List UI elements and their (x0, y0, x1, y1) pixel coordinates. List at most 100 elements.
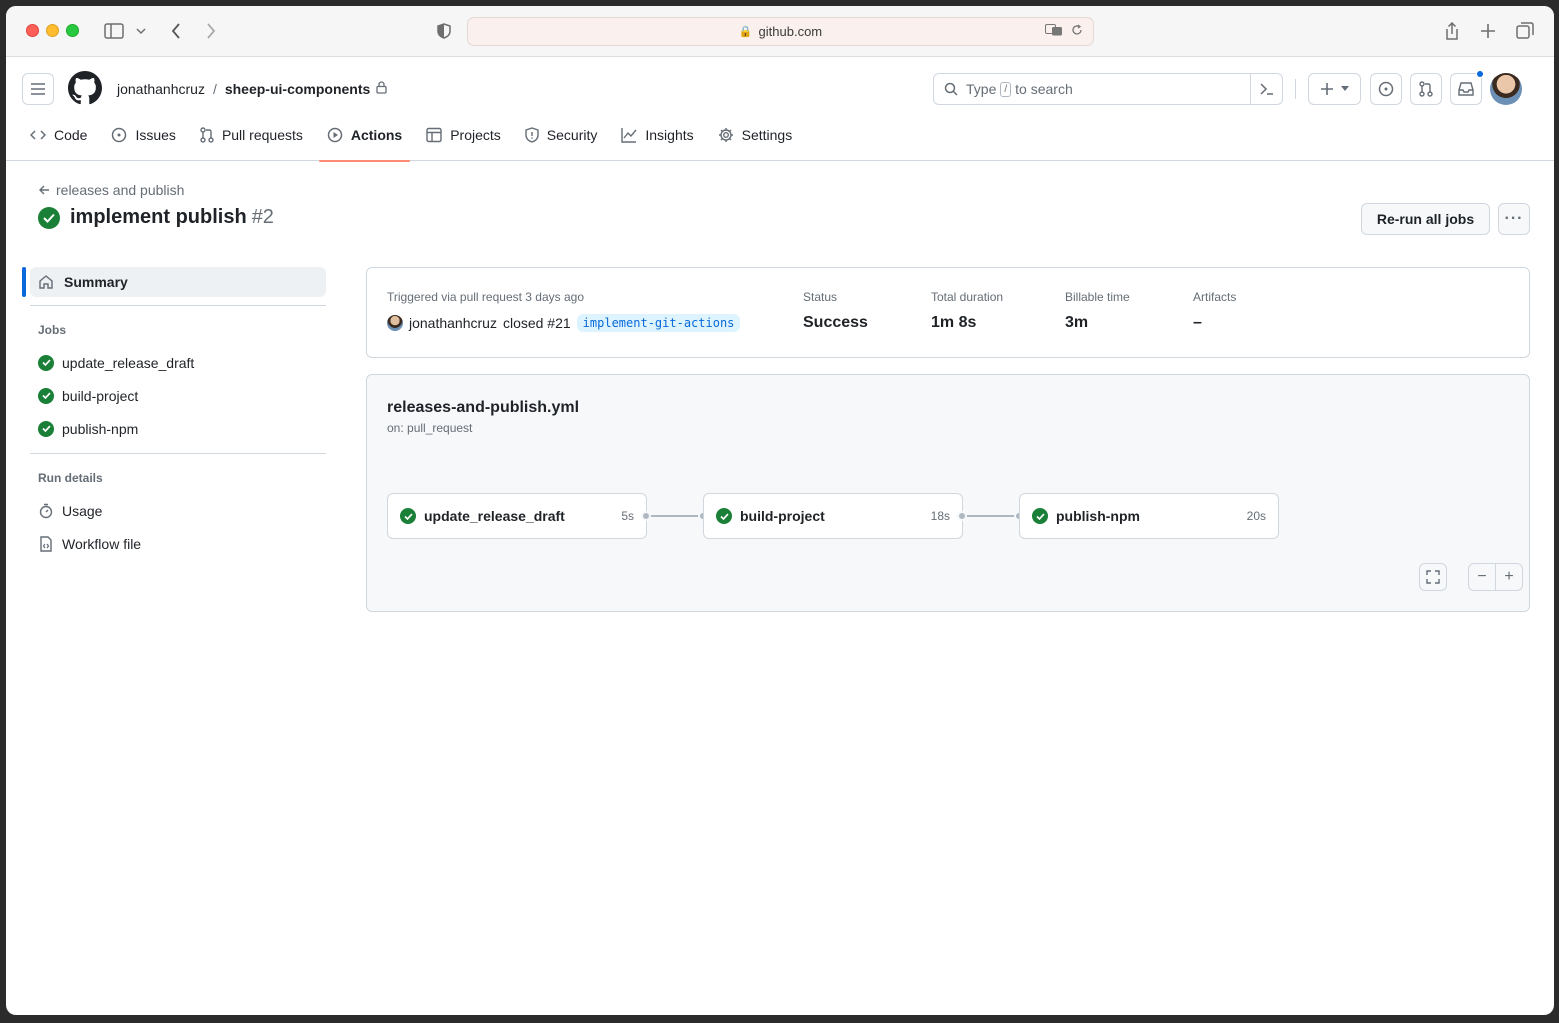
jobs-heading: Jobs (38, 323, 67, 337)
stopwatch-icon (39, 503, 53, 518)
tab-issues[interactable]: Issues (103, 109, 183, 161)
chevron-down-icon[interactable] (134, 19, 148, 43)
tab-actions-label: Actions (350, 127, 403, 143)
github-logo-icon[interactable] (68, 71, 102, 110)
sidebar-item-usage[interactable]: Usage (22, 494, 326, 527)
back-to-workflow-link[interactable]: releases and publish (38, 182, 184, 198)
issues-button[interactable] (1370, 73, 1402, 105)
search-suffix: to search (1015, 81, 1073, 97)
file-code-icon (40, 535, 52, 552)
reload-icon[interactable] (1071, 24, 1083, 39)
inbox-button[interactable] (1450, 70, 1484, 105)
rerun-all-jobs-button[interactable]: Re-run all jobs (1361, 203, 1490, 235)
minimize-window-button[interactable] (46, 24, 59, 37)
workflow-trigger: on: pull_request (387, 421, 473, 435)
pull-requests-button[interactable] (1410, 73, 1442, 105)
tab-issues-label: Issues (135, 127, 176, 143)
search-icon (944, 82, 958, 96)
private-lock-icon (376, 81, 387, 97)
artifacts-label: Artifacts (1193, 290, 1237, 304)
tab-settings-label: Settings (741, 127, 793, 143)
actor-avatar[interactable] (387, 315, 403, 331)
sidebar-toggle-icon[interactable] (102, 19, 126, 43)
pull-request-icon (200, 127, 214, 143)
translate-icon[interactable] (1045, 24, 1063, 39)
github-header: jonathanhcruz / sheep-ui-components Type… (6, 57, 1554, 109)
run-title: implement publish (70, 206, 247, 228)
pull-request-icon (1419, 81, 1433, 97)
job-name: build-project (740, 508, 825, 524)
sidebar-job-item[interactable]: update_release_draft (22, 346, 326, 379)
job-duration: 20s (1246, 509, 1266, 523)
sidebar-job-item[interactable]: publish-npm (22, 412, 326, 445)
repo-nav: Code Issues Pull requests Actions Projec… (6, 109, 1554, 162)
workflow-file-label: Workflow file (62, 535, 142, 552)
billable-value: 3m (1065, 314, 1089, 331)
sidebar-summary-label: Summary (64, 274, 128, 290)
job-duration: 18s (930, 509, 950, 523)
billable-stat: Billable time 3m (1065, 290, 1130, 332)
tab-pull-requests[interactable]: Pull requests (192, 109, 311, 161)
breadcrumb-separator: / (212, 81, 217, 97)
repo-owner-link[interactable]: jonathanhcruz (117, 81, 205, 97)
job-duration: 5s (621, 509, 634, 523)
browser-toolbar: 🔒 github.com (6, 6, 1554, 57)
share-icon[interactable] (1442, 19, 1462, 43)
tab-code[interactable]: Code (22, 109, 95, 161)
command-palette-icon[interactable] (1250, 74, 1282, 104)
search-input[interactable]: Type / to search (933, 73, 1283, 105)
tab-overview-icon[interactable] (1514, 19, 1536, 43)
caret-down-icon (1340, 86, 1349, 91)
tab-settings[interactable]: Settings (710, 109, 801, 161)
fullscreen-button[interactable] (1419, 563, 1447, 591)
hamburger-menu-button[interactable] (22, 73, 54, 105)
graph-job-node[interactable]: publish-npm 20s (1019, 493, 1279, 539)
privacy-shield-icon[interactable] (434, 19, 454, 43)
forward-icon[interactable] (201, 19, 221, 43)
new-tab-icon[interactable] (1478, 19, 1498, 43)
back-icon[interactable] (166, 19, 186, 43)
tab-projects[interactable]: Projects (418, 109, 509, 161)
zoom-in-button[interactable]: + (1495, 563, 1523, 591)
page-title: implement publish #2 (38, 206, 274, 229)
close-window-button[interactable] (26, 24, 39, 37)
branch-badge[interactable]: implement-git-actions (576, 314, 741, 332)
usage-label: Usage (62, 502, 103, 519)
trigger-action[interactable]: closed #21 (503, 315, 571, 331)
status-value: Success (803, 314, 868, 331)
repo-name-link[interactable]: sheep-ui-components (225, 81, 370, 97)
user-avatar[interactable] (1490, 73, 1522, 105)
sidebar-item-workflow-file[interactable]: Workflow file (22, 527, 326, 560)
sidebar-job-label: build-project (62, 387, 139, 404)
actor-link[interactable]: jonathanhcruz (409, 315, 497, 331)
table-icon (426, 127, 442, 143)
tab-pull-requests-label: Pull requests (221, 127, 303, 143)
graph-job-node[interactable]: build-project 18s (703, 493, 963, 539)
tab-insights[interactable]: Insights (613, 109, 701, 161)
sidebar-job-item[interactable]: build-project (22, 379, 326, 412)
workflow-graph: releases-and-publish.yml on: pull_reques… (366, 374, 1530, 612)
run-summary-card: Triggered via pull request 3 days ago jo… (366, 267, 1530, 358)
run-sidebar: Summary Jobs update_release_draft build-… (22, 267, 326, 560)
sidebar-job-label: publish-npm (62, 420, 139, 437)
search-shortcut-key: / (1000, 81, 1012, 97)
more-options-button[interactable]: ··· (1498, 203, 1530, 235)
zoom-out-button[interactable]: − (1468, 563, 1496, 591)
tab-security[interactable]: Security (517, 109, 606, 161)
workflow-file-name[interactable]: releases-and-publish.yml (387, 399, 579, 417)
duration-stat: Total duration 1m 8s (931, 290, 1003, 332)
sidebar-item-summary[interactable]: Summary (22, 267, 326, 297)
tab-actions[interactable]: Actions (318, 109, 411, 162)
artifacts-stat: Artifacts – (1193, 290, 1236, 332)
address-bar[interactable]: 🔒 github.com (467, 17, 1094, 46)
job-connector (963, 515, 1019, 517)
back-link-label: releases and publish (56, 182, 185, 198)
duration-label: Total duration (931, 290, 1004, 304)
job-name: update_release_draft (424, 508, 565, 524)
create-new-button[interactable] (1308, 73, 1361, 105)
status-stat: Status Success (803, 290, 868, 332)
graph-job-node[interactable]: update_release_draft 5s (387, 493, 647, 539)
success-check-icon (716, 508, 732, 524)
graph-icon (621, 128, 637, 143)
zoom-window-button[interactable] (66, 24, 79, 37)
